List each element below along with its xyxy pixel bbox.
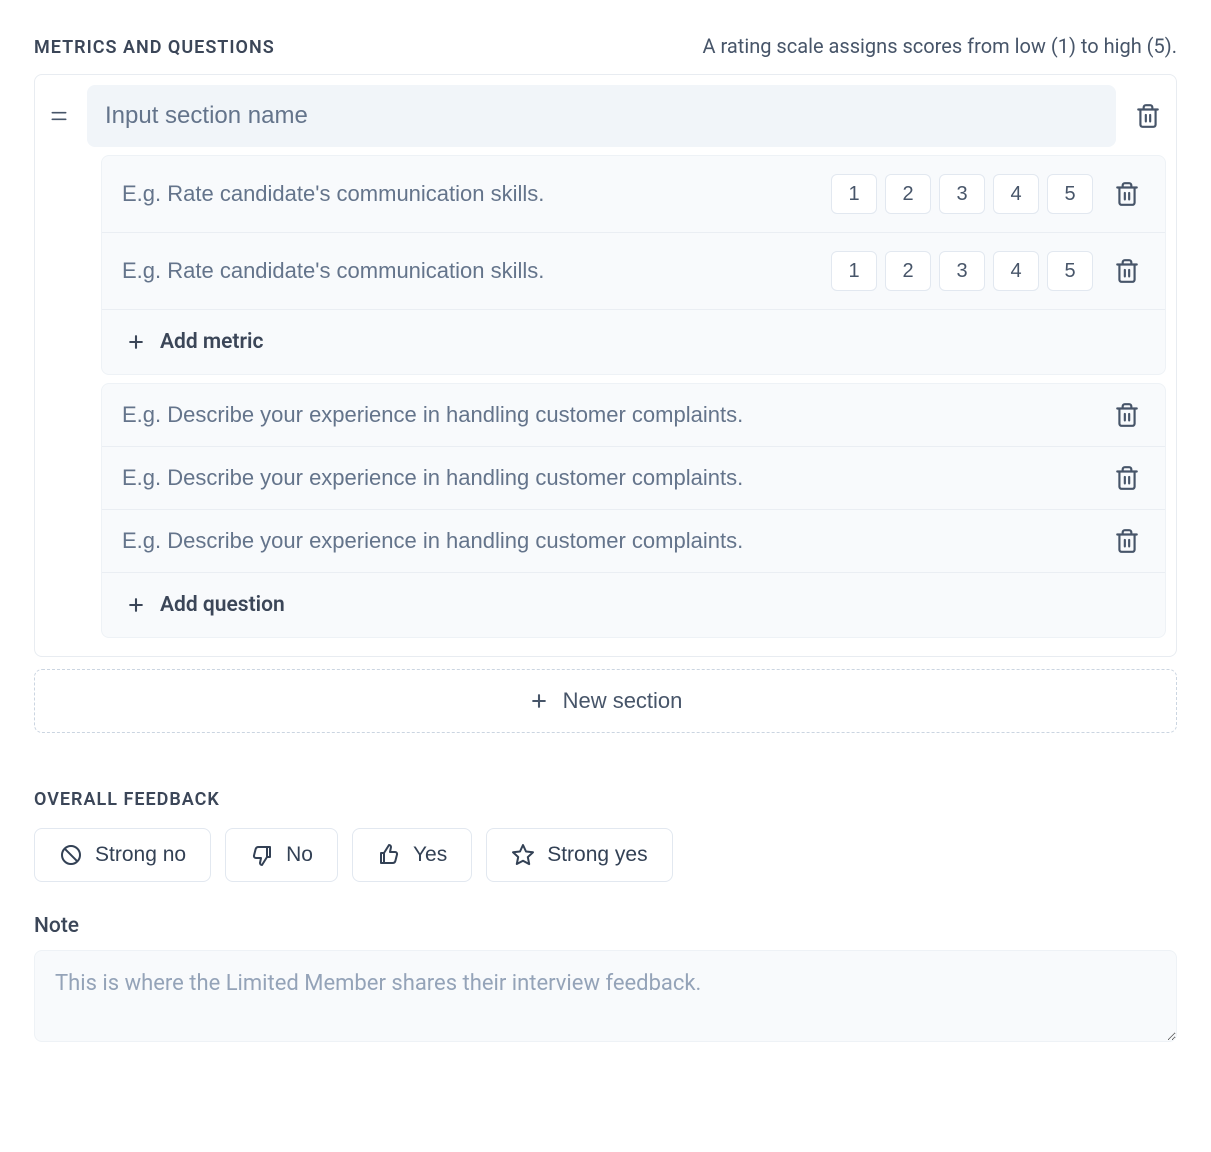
rating-group: 1 2 3 4 5 [831, 251, 1093, 291]
metrics-list: 1 2 3 4 5 1 2 3 4 5 A [101, 155, 1166, 375]
overall-feedback-title: OVERALL FEEDBACK [34, 789, 1177, 810]
metric-input[interactable] [122, 258, 815, 284]
rating-2-button[interactable]: 2 [885, 174, 931, 214]
trash-icon [1114, 402, 1140, 428]
plus-icon [126, 595, 146, 615]
strong-yes-label: Strong yes [547, 843, 647, 867]
metrics-title: METRICS AND QUESTIONS [34, 37, 275, 58]
rating-1-button[interactable]: 1 [831, 174, 877, 214]
rating-group: 1 2 3 4 5 [831, 174, 1093, 214]
rating-4-button[interactable]: 4 [993, 174, 1039, 214]
strong-yes-button[interactable]: Strong yes [486, 828, 672, 882]
rating-1-button[interactable]: 1 [831, 251, 877, 291]
question-row [102, 510, 1165, 573]
metric-input[interactable] [122, 181, 815, 207]
trash-icon [1114, 258, 1140, 284]
delete-question-button[interactable] [1109, 402, 1145, 428]
rating-3-button[interactable]: 3 [939, 174, 985, 214]
plus-icon [529, 691, 549, 711]
trash-icon [1114, 181, 1140, 207]
delete-question-button[interactable] [1109, 528, 1145, 554]
question-row [102, 447, 1165, 510]
delete-metric-button[interactable] [1109, 258, 1145, 284]
metrics-subtext: A rating scale assigns scores from low (… [703, 34, 1177, 58]
plus-icon [126, 332, 146, 352]
rating-5-button[interactable]: 5 [1047, 174, 1093, 214]
rating-2-button[interactable]: 2 [885, 251, 931, 291]
delete-question-button[interactable] [1109, 465, 1145, 491]
question-row [102, 384, 1165, 447]
rating-5-button[interactable]: 5 [1047, 251, 1093, 291]
trash-icon [1114, 465, 1140, 491]
thumbs-down-icon [250, 843, 274, 867]
new-section-label: New section [563, 688, 683, 714]
add-question-label: Add question [160, 593, 285, 617]
yes-label: Yes [413, 843, 447, 867]
strong-no-button[interactable]: Strong no [34, 828, 211, 882]
star-icon [511, 843, 535, 867]
metric-row: 1 2 3 4 5 [102, 233, 1165, 310]
add-metric-button[interactable]: Add metric [102, 310, 1165, 374]
new-section-button[interactable]: New section [34, 669, 1177, 733]
section-name-input[interactable] [87, 85, 1116, 147]
questions-list: Add question [101, 383, 1166, 638]
ban-icon [59, 843, 83, 867]
rating-4-button[interactable]: 4 [993, 251, 1039, 291]
question-input[interactable] [122, 528, 1093, 554]
rating-3-button[interactable]: 3 [939, 251, 985, 291]
yes-button[interactable]: Yes [352, 828, 472, 882]
delete-metric-button[interactable] [1109, 181, 1145, 207]
thumbs-up-icon [377, 843, 401, 867]
overall-feedback-options: Strong no No Yes Strong yes [34, 828, 1177, 882]
question-input[interactable] [122, 465, 1093, 491]
strong-no-label: Strong no [95, 843, 186, 867]
no-label: No [286, 843, 313, 867]
metric-row: 1 2 3 4 5 [102, 156, 1165, 233]
add-metric-label: Add metric [160, 330, 263, 354]
add-question-button[interactable]: Add question [102, 573, 1165, 637]
question-input[interactable] [122, 402, 1093, 428]
trash-icon [1114, 528, 1140, 554]
trash-icon [1135, 103, 1161, 129]
delete-section-button[interactable] [1130, 103, 1166, 129]
note-textarea[interactable] [34, 950, 1177, 1042]
drag-handle-icon[interactable] [45, 106, 73, 126]
no-button[interactable]: No [225, 828, 338, 882]
metrics-card: 1 2 3 4 5 1 2 3 4 5 A [34, 74, 1177, 657]
note-label: Note [34, 914, 1177, 938]
